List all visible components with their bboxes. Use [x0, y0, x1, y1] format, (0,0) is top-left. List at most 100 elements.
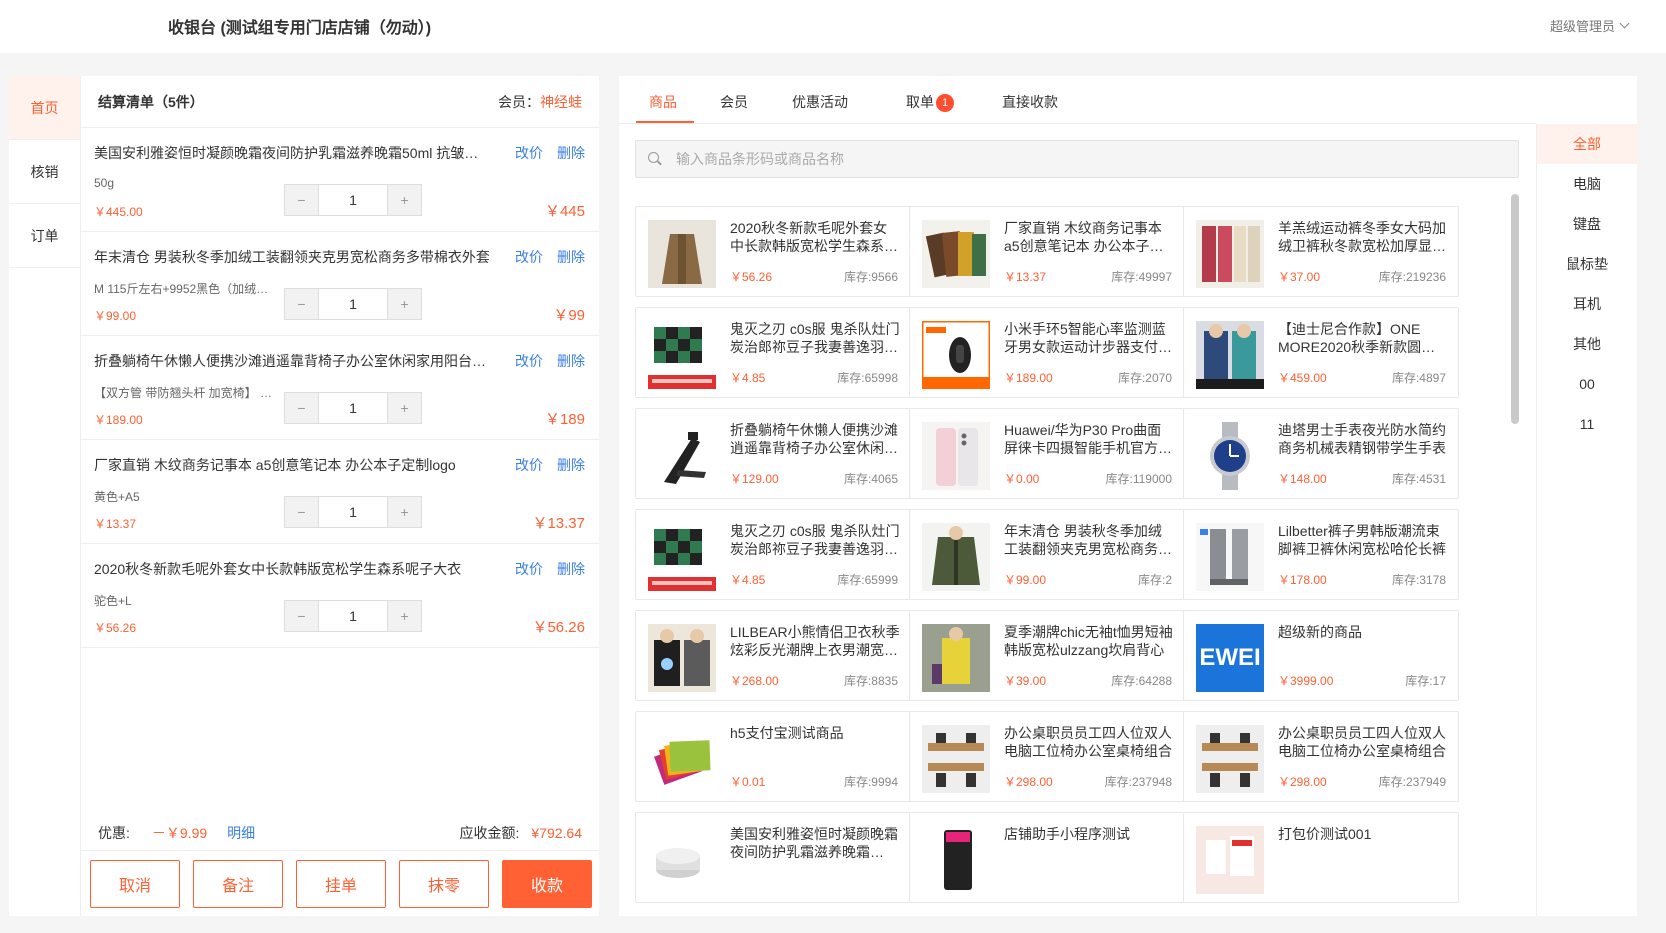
- product-grid-scrollbar[interactable]: [1511, 194, 1519, 424]
- edit-price-link[interactable]: 改价: [515, 351, 543, 371]
- stock-label: 库存:: [1391, 472, 1420, 486]
- quantity-value[interactable]: 1: [318, 497, 388, 527]
- product-stock: 库存:65999: [837, 571, 898, 588]
- cart-item-name: 美国安利雅姿恒时凝颜晚霜夜间防护乳霜滋养晚霜50ml 抗皱保湿: [94, 145, 492, 161]
- discount-detail-link[interactable]: 明细: [227, 823, 255, 843]
- increase-qty-button[interactable]: +: [388, 185, 421, 215]
- category-item[interactable]: 耳机: [1537, 284, 1637, 324]
- edit-price-link[interactable]: 改价: [515, 455, 543, 475]
- stock-label: 库存:: [1111, 674, 1139, 688]
- product-name: 折叠躺椅午休懒人便携沙滩逍遥靠背椅子办公室休闲家用: [730, 422, 898, 456]
- product-name: 小米手环5智能心率监测蓝牙男女款运动计步器支付手环: [1004, 321, 1172, 355]
- product-stock: 库存:65998: [837, 369, 898, 386]
- product-card[interactable]: 美国安利雅姿恒时凝颜晚霜夜间防护乳霜滋养晚霜50ml: [635, 812, 911, 903]
- delete-item-link[interactable]: 删除: [557, 143, 585, 163]
- pay-button[interactable]: 收款: [502, 860, 592, 908]
- delete-item-link[interactable]: 删除: [557, 455, 585, 475]
- category-item[interactable]: 鼠标垫: [1537, 244, 1637, 284]
- thumb-logo-text: EWEI: [1199, 644, 1261, 671]
- stock-label: 库存:: [1137, 573, 1166, 587]
- product-card[interactable]: LILBEAR小熊情侣卫衣秋季炫彩反光潮牌上衣男潮宽松外套 ￥268.00 库存:8…: [635, 610, 911, 701]
- product-card[interactable]: 鬼灭之刃 c0s服 鬼杀队灶门炭治郎祢豆子我妻善逸羽织和服 ￥4.85 库存:659…: [635, 307, 911, 398]
- nav-item-verify[interactable]: 核销: [9, 140, 80, 204]
- category-item[interactable]: 11: [1537, 404, 1637, 444]
- member-info: 会员：神经蛙: [498, 92, 582, 112]
- tab-members[interactable]: 会员: [720, 92, 748, 112]
- product-card[interactable]: Lilbetter裤子男韩版潮流束脚裤卫裤休闲宽松哈伦长裤 ￥178.00 库存:3…: [1183, 509, 1459, 600]
- tab-retrieve-order[interactable]: 取单 1: [906, 92, 954, 112]
- tab-products[interactable]: 商品: [649, 92, 677, 112]
- product-card[interactable]: 店铺助手小程序测试: [909, 812, 1185, 903]
- product-card[interactable]: 羊羔绒运动裤冬季女大码加绒卫裤秋冬款宽松加厚显瘦休闲裤 ￥37.00 库存:2192…: [1183, 206, 1459, 297]
- quantity-value[interactable]: 1: [318, 185, 388, 215]
- stock-label: 库存:: [1117, 371, 1146, 385]
- decrease-qty-button[interactable]: −: [285, 601, 318, 631]
- quantity-value[interactable]: 1: [318, 601, 388, 631]
- product-card[interactable]: Huawei/华为P30 Pro曲面屏徕卡四摄智能手机官方正品 ￥0.00 库存:1…: [909, 408, 1185, 499]
- product-card[interactable]: 鬼灭之刃 c0s服 鬼杀队灶门炭治郎祢豆子我妻善逸羽织和服 ￥4.85 库存:659…: [635, 509, 911, 600]
- product-card[interactable]: 【迪士尼合作款】ONE MORE2020秋季新款圆领卫衣 ￥459.00 库存:48…: [1183, 307, 1459, 398]
- product-price: ￥0.01: [730, 775, 766, 789]
- cream-image: [648, 826, 716, 894]
- ewei-logo: EWEI: [1196, 624, 1264, 692]
- cart-item-name: 折叠躺椅午休懒人便携沙滩逍遥靠背椅子办公室休闲家用阳台午睡椅: [94, 353, 492, 369]
- user-menu[interactable]: 超级管理员: [1550, 16, 1630, 35]
- product-card[interactable]: 打包价测试001: [1183, 812, 1459, 903]
- product-card[interactable]: 2020秋冬新款毛呢外套女中长款韩版宽松学生森系呢子大衣 ￥56.26 库存:956…: [635, 206, 911, 297]
- cancel-button[interactable]: 取消: [90, 860, 180, 908]
- stock-label: 库存:: [843, 674, 872, 688]
- package-image: [1196, 826, 1264, 894]
- quantity-value[interactable]: 1: [318, 393, 388, 423]
- delete-item-link[interactable]: 删除: [557, 351, 585, 371]
- edit-price-link[interactable]: 改价: [515, 247, 543, 267]
- product-card[interactable]: 小米手环5智能心率监测蓝牙男女款运动计步器支付手环 ￥189.00 库存:2070: [909, 307, 1185, 398]
- member-name[interactable]: 神经蛙: [540, 94, 582, 110]
- product-card[interactable]: 折叠躺椅午休懒人便携沙滩逍遥靠背椅子办公室休闲家用 ￥129.00 库存:4065: [635, 408, 911, 499]
- category-item[interactable]: 电脑: [1537, 164, 1637, 204]
- edit-price-link[interactable]: 改价: [515, 143, 543, 163]
- increase-qty-button[interactable]: +: [388, 601, 421, 631]
- product-card[interactable]: EWEI 超级新的商品 ￥3999.00 库存:17: [1183, 610, 1459, 701]
- category-item[interactable]: 其他: [1537, 324, 1637, 364]
- note-button[interactable]: 备注: [193, 860, 283, 908]
- product-search-input[interactable]: [676, 151, 1496, 167]
- category-item[interactable]: 键盘: [1537, 204, 1637, 244]
- cart-item: 厂家直销 木纹商务记事本 a5创意笔记本 办公本子定制logo 改价 删除 黄色+A5…: [81, 440, 599, 544]
- stock-value: 4897: [1419, 371, 1446, 385]
- category-item[interactable]: 全部: [1537, 124, 1637, 164]
- increase-qty-button[interactable]: +: [388, 393, 421, 423]
- product-card[interactable]: 厂家直销 木纹商务记事本 a5创意笔记本 办公本子定制logo ￥13.37 库存:…: [909, 206, 1185, 297]
- decrease-qty-button[interactable]: −: [285, 497, 318, 527]
- cart-item-spec: M 115斤左右+9952黑色（加绒款）: [94, 282, 274, 296]
- product-card[interactable]: 办公桌职员员工四人位双人电脑工位椅办公室桌椅组合 ￥298.00 库存:237949: [1183, 711, 1459, 802]
- increase-qty-button[interactable]: +: [388, 497, 421, 527]
- stock-label: 库存:: [843, 775, 872, 789]
- increase-qty-button[interactable]: +: [388, 289, 421, 319]
- product-card[interactable]: 年末清仓 男装秋冬季加绒工装翻领夹克男宽松商务多带棉衣外套 ￥99.00 库存:2: [909, 509, 1185, 600]
- decrease-qty-button[interactable]: −: [285, 393, 318, 423]
- quantity-stepper: −1 +: [284, 184, 422, 216]
- tab-promotions[interactable]: 优惠活动: [792, 92, 848, 112]
- product-stock: 库存:3178: [1392, 571, 1446, 588]
- product-stock: 库存:8835: [844, 672, 898, 689]
- nav-item-home[interactable]: 首页: [9, 76, 80, 140]
- tab-direct-payment[interactable]: 直接收款: [1002, 92, 1058, 112]
- delete-item-link[interactable]: 删除: [557, 559, 585, 579]
- quantity-value[interactable]: 1: [318, 289, 388, 319]
- couple-hoodie-image: [648, 624, 716, 692]
- round-off-button[interactable]: 抹零: [399, 860, 489, 908]
- decrease-qty-button[interactable]: −: [285, 289, 318, 319]
- hold-order-button[interactable]: 挂单: [296, 860, 386, 908]
- nav-item-orders[interactable]: 订单: [9, 204, 80, 268]
- edit-price-link[interactable]: 改价: [515, 559, 543, 579]
- delete-item-link[interactable]: 删除: [557, 247, 585, 267]
- stock-value: 65999: [864, 573, 898, 587]
- product-card[interactable]: 迪塔男士手表夜光防水简约商务机械表精钢带学生手表 ￥148.00 库存:4531: [1183, 408, 1459, 499]
- decrease-qty-button[interactable]: −: [285, 185, 318, 215]
- cart-title: 结算清单（5件）: [98, 93, 204, 110]
- product-card[interactable]: 夏季潮牌chic无袖t恤男短袖韩版宽松ulzzang坎肩背心 ￥39.00 库存:6…: [909, 610, 1185, 701]
- category-item[interactable]: 00: [1537, 364, 1637, 404]
- page-title: 收银台 (测试组专用门店店铺（勿动）): [168, 20, 432, 37]
- product-card[interactable]: h5支付宝测试商品 ￥0.01 库存:9994: [635, 711, 911, 802]
- product-card[interactable]: 办公桌职员员工四人位双人电脑工位椅办公室桌椅组合 ￥298.00 库存:237948: [909, 711, 1185, 802]
